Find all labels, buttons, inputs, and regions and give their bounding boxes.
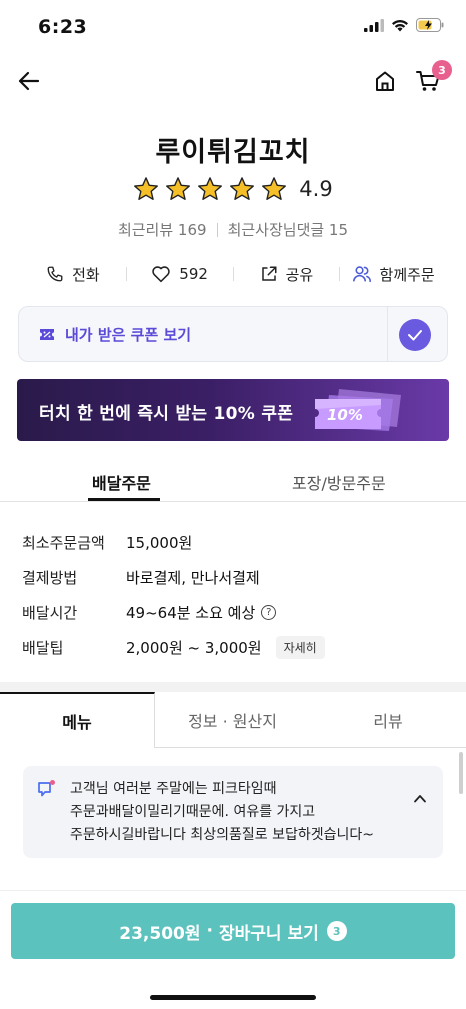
call-label: 전화	[72, 265, 100, 284]
info-row-delivery-tip: 배달팁 2,000원 ~ 3,000원 자세히	[22, 630, 442, 665]
share-icon	[261, 266, 277, 281]
owner-notice[interactable]: 고객님 여러분 주말에는 피크타임때 주문과배달이밀리기때문에. 여유를 가지고…	[23, 766, 443, 858]
home-icon	[376, 71, 394, 91]
status-icons	[364, 18, 444, 32]
star-icon	[198, 177, 223, 200]
info-label: 배달팁	[22, 639, 64, 657]
back-button[interactable]	[14, 66, 44, 96]
info-value: 49~64분 소요 예상	[126, 604, 256, 622]
scrollbar[interactable]	[459, 752, 463, 794]
info-label: 결제방법	[22, 569, 78, 587]
store-name: 루이튀김꼬치	[155, 137, 311, 168]
info-row-min-order: 최소주문금액 15,000원	[22, 525, 442, 560]
status-bar: 6:23	[0, 0, 466, 54]
rating-row: 4.9	[0, 176, 466, 202]
notice-line: 주문과배달이밀리기때문에. 여유를 가지고	[70, 804, 316, 820]
home-indicator[interactable]	[150, 995, 316, 1000]
star-icon	[134, 177, 159, 200]
owner-replies-link[interactable]: 최근사장님댓글 15	[228, 219, 348, 240]
cart-count-badge: 3	[432, 60, 452, 80]
battery-charging-icon	[416, 18, 444, 32]
info-row-delivery-time: 배달시간 49~64분 소요 예상 ?	[22, 595, 442, 630]
divider	[387, 307, 388, 361]
check-icon	[408, 330, 422, 341]
coupon-icon	[40, 328, 54, 340]
coupon-received-check[interactable]	[399, 319, 431, 351]
separator-dot: ·	[206, 921, 213, 941]
signal-icon	[364, 18, 384, 32]
divider	[216, 222, 218, 237]
banner-text: 터치 한 번에 즉시 받는 10% 쿠폰	[39, 404, 294, 424]
call-button[interactable]: 전화	[20, 264, 126, 285]
divider	[0, 890, 466, 891]
notice-line: 고객님 여러분 주말에는 피크타임때	[70, 781, 277, 797]
like-count: 592	[179, 265, 208, 283]
my-coupons-label: 내가 받은 쿠폰 보기	[65, 325, 192, 344]
order-type-tabs: 배달주문 포장/방문주문	[0, 460, 466, 502]
info-value-wrap: 2,000원 ~ 3,000원 자세히	[126, 636, 325, 659]
info-value: 15,000원	[126, 534, 193, 552]
cart-button[interactable]: 3	[412, 60, 452, 96]
group-order-button[interactable]: 함께주문	[340, 264, 446, 285]
star-icon	[262, 177, 287, 200]
info-row-payment: 결제방법 바로결제, 만나서결제	[22, 560, 442, 595]
help-icon[interactable]: ?	[261, 605, 277, 620]
share-label: 공유	[285, 265, 314, 284]
people-icon	[352, 266, 371, 283]
delivery-info: 최소주문금액 15,000원 결제방법 바로결제, 만나서결제 배달시간 49~…	[22, 525, 442, 665]
notice-text: 고객님 여러분 주말에는 피크타임때 주문과배달이밀리기때문에. 여유를 가지고…	[70, 778, 410, 847]
active-tab-indicator	[88, 498, 160, 501]
wifi-icon	[392, 19, 408, 31]
info-value: 바로결제, 만나서결제	[126, 569, 260, 587]
status-time: 6:23	[38, 16, 88, 38]
like-button[interactable]: 592	[127, 265, 233, 283]
coupon-box: 내가 받은 쿠폰 보기	[18, 306, 448, 362]
info-value-wrap: 49~64분 소요 예상 ?	[126, 602, 277, 623]
banner-art-text: 10%	[327, 406, 363, 424]
info-label: 배달시간	[22, 604, 78, 622]
star-icon	[166, 177, 191, 200]
cart-total-price: 23,500원	[119, 923, 201, 944]
rating-value: 4.9	[299, 177, 333, 201]
cart-item-count: 3	[326, 921, 347, 941]
review-stats: 최근리뷰 169 최근사장님댓글 15	[0, 219, 466, 240]
view-cart-button[interactable]: 23,500원 · 장바구니 보기 3	[11, 903, 455, 959]
recent-reviews-link[interactable]: 최근리뷰 169	[118, 219, 207, 240]
tab-delivery-order[interactable]: 배달주문	[92, 470, 151, 494]
view-cart-label: 장바구니 보기	[218, 923, 319, 944]
home-button[interactable]	[370, 66, 400, 96]
my-coupons-button[interactable]: 내가 받은 쿠폰 보기	[19, 307, 387, 361]
notice-line: 주문하시길바랍니다 최상의품질로 보답하겟습니다~	[70, 827, 374, 843]
group-order-label: 함께주문	[379, 265, 435, 284]
notice-icon	[38, 780, 55, 797]
content-tabs: 메뉴 정보 · 원산지 리뷰	[0, 692, 466, 748]
coupon-promo-banner[interactable]: 터치 한 번에 즉시 받는 10% 쿠폰 10%	[17, 379, 449, 441]
tip-detail-button[interactable]: 자세히	[275, 636, 325, 659]
info-label: 최소주문금액	[22, 534, 105, 552]
arrow-left-icon	[18, 71, 40, 91]
info-value: 2,000원 ~ 3,000원	[126, 639, 262, 657]
coupon-tickets-illustration: 10%	[315, 389, 401, 431]
section-divider	[0, 682, 466, 692]
phone-icon	[47, 266, 63, 282]
tab-reviews[interactable]: 리뷰	[310, 692, 466, 748]
tab-menu[interactable]: 메뉴	[0, 692, 155, 748]
top-nav: 3	[0, 58, 466, 106]
tab-pickup-order[interactable]: 포장/방문주문	[292, 470, 386, 494]
star-icon	[230, 177, 255, 200]
share-button[interactable]: 공유	[234, 264, 340, 285]
chevron-up-icon[interactable]	[413, 794, 427, 803]
tab-info-origin[interactable]: 정보 · 원산지	[155, 692, 310, 748]
store-actions: 전화 592 공유 함께주문	[20, 260, 446, 288]
heart-icon	[152, 266, 171, 283]
